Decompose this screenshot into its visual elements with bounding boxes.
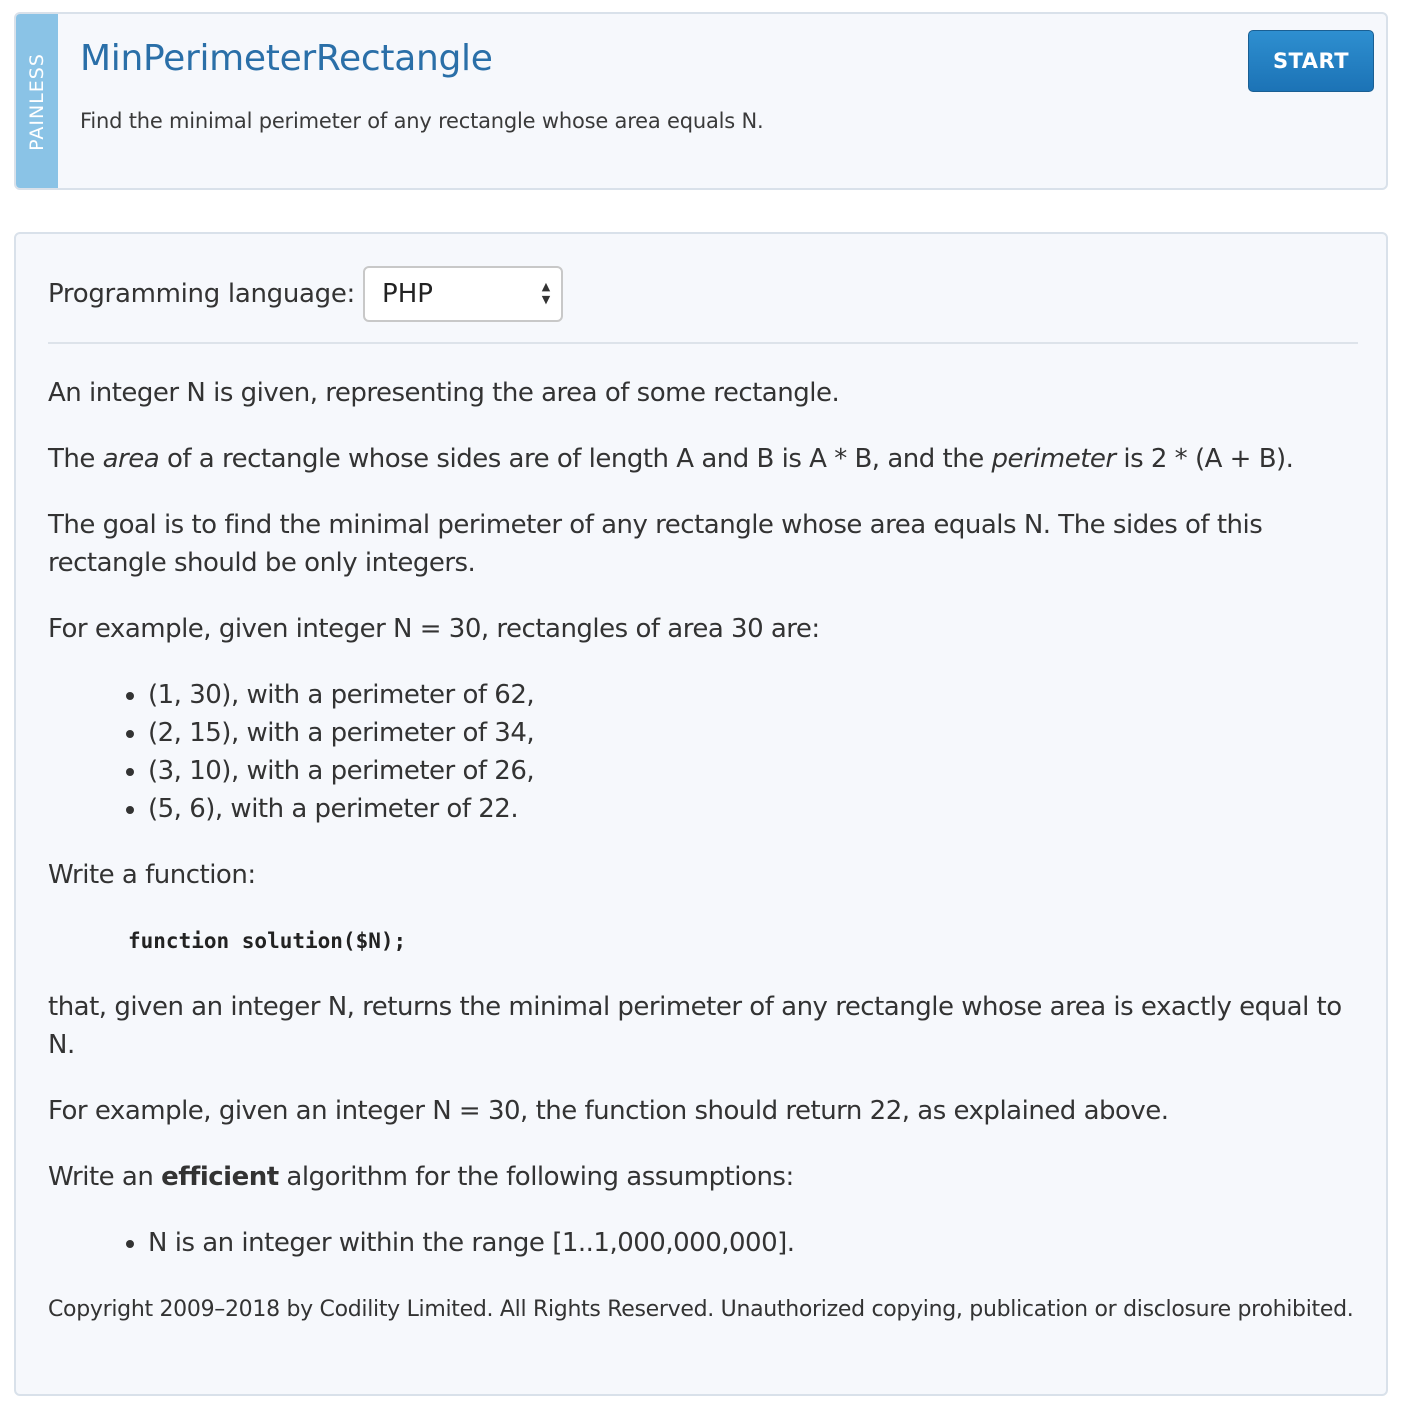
assumptions-list: N is an integer within the range [1..1,0…	[48, 1224, 1358, 1262]
difficulty-label: PAINLESS	[26, 53, 48, 151]
task-description: An integer N is given, representing the …	[48, 374, 1358, 1358]
area-term: area	[102, 444, 160, 474]
examples-list: (1, 30), with a perimeter of 62, (2, 15)…	[48, 676, 1358, 828]
function-signature: function solution($N);	[128, 929, 407, 953]
list-item: N is an integer within the range [1..1,0…	[148, 1224, 1358, 1262]
language-select[interactable]: PHP ▲ ▼	[363, 266, 564, 322]
example-result-paragraph: For example, given an integer N = 30, th…	[48, 1096, 1169, 1126]
start-button[interactable]: START	[1248, 30, 1374, 92]
difficulty-strip: PAINLESS	[16, 14, 58, 188]
efficient-text-1: Write an	[48, 1162, 162, 1192]
list-item: (3, 10), with a perimeter of 26,	[148, 752, 1358, 790]
language-row: Programming language: PHP ▲ ▼	[48, 266, 564, 322]
list-item: (1, 30), with a perimeter of 62,	[148, 676, 1358, 714]
area-def-text-2: of a rectangle whose sides are of length…	[159, 444, 992, 474]
area-def-text-1: The	[48, 444, 103, 474]
task-description-card: Programming language: PHP ▲ ▼ An integer …	[14, 232, 1388, 1396]
list-item: (2, 15), with a perimeter of 34,	[148, 714, 1358, 752]
write-function-paragraph: Write a function:	[48, 860, 256, 890]
list-item: (5, 6), with a perimeter of 22.	[148, 790, 1358, 828]
returns-paragraph: that, given an integer N, returns the mi…	[48, 992, 1342, 1060]
task-subtitle: Find the minimal perimeter of any rectan…	[80, 109, 764, 133]
task-header-card: PAINLESS MinPerimeterRectangle Find the …	[14, 12, 1388, 190]
efficient-paragraph: Write an efficient algorithm for the fol…	[48, 1158, 1358, 1196]
area-def-text-3: is 2 * (A + B).	[1115, 444, 1294, 474]
perimeter-term: perimeter	[991, 444, 1116, 474]
up-down-arrows-icon: ▲ ▼	[541, 280, 551, 306]
task-title: MinPerimeterRectangle	[80, 38, 493, 79]
intro-paragraph: An integer N is given, representing the …	[48, 378, 840, 408]
goal-paragraph: The goal is to find the minimal perimete…	[48, 510, 1263, 578]
area-definition-paragraph: The area of a rectangle whose sides are …	[48, 440, 1358, 478]
language-label: Programming language:	[48, 279, 356, 309]
divider	[48, 342, 1358, 344]
efficient-term: efficient	[161, 1162, 279, 1192]
example-intro-paragraph: For example, given integer N = 30, recta…	[48, 614, 820, 644]
language-selected-value: PHP	[382, 279, 433, 309]
efficient-text-2: algorithm for the following assumptions:	[278, 1162, 794, 1192]
copyright-notice: Copyright 2009–2018 by Codility Limited.…	[48, 1297, 1354, 1322]
